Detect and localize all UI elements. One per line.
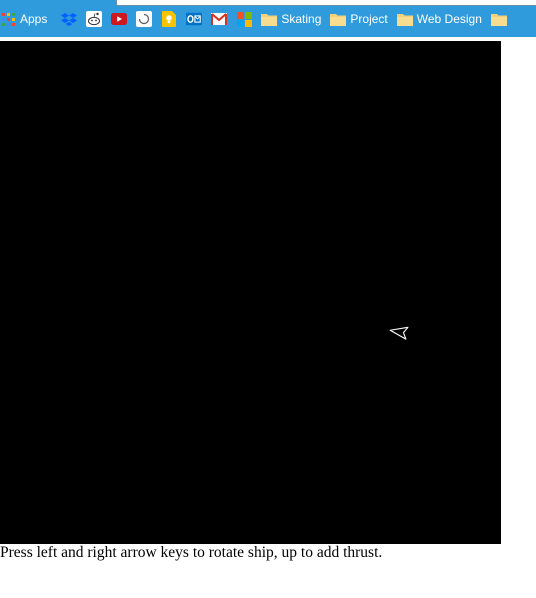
player-ship	[389, 326, 409, 340]
bookmark-microsoft[interactable]	[236, 8, 252, 30]
address-bar[interactable]	[116, 0, 536, 6]
bookmark-reddit[interactable]	[86, 8, 103, 30]
microsoft-icon	[236, 11, 252, 27]
browser-chrome: Apps Skating Project Web Design	[0, 0, 536, 37]
gmail-icon	[211, 11, 228, 27]
game-canvas[interactable]	[0, 41, 501, 544]
game-svg	[389, 326, 409, 340]
bookmark-folder-web-design[interactable]: Web Design	[396, 8, 482, 30]
circle-app-icon	[136, 11, 153, 27]
bookmark-folder-label: Project	[350, 12, 388, 26]
bookmarks-bar: Apps Skating Project Web Design	[0, 8, 520, 30]
apps-grid-icon	[0, 11, 16, 27]
outlook-icon	[186, 11, 203, 27]
bookmark-folder-label: Web Design	[416, 12, 482, 26]
reddit-icon	[86, 11, 103, 27]
bookmark-dropbox[interactable]	[61, 8, 78, 30]
youtube-icon	[111, 11, 128, 27]
bookmark-folder-project[interactable]: Project	[330, 8, 388, 30]
folder-icon	[396, 11, 413, 27]
bookmark-folder-skating[interactable]: Skating	[261, 8, 321, 30]
bookmark-keep[interactable]	[161, 8, 177, 30]
instructions-text: Press left and right arrow keys to rotat…	[0, 544, 383, 561]
bookmark-folder-label: Skating	[281, 12, 322, 26]
bookmark-folder-overflow[interactable]	[490, 8, 511, 30]
bookmark-youtube[interactable]	[111, 8, 128, 30]
bookmark-apps[interactable]: Apps	[0, 8, 47, 30]
bookmark-apps-label: Apps	[20, 12, 48, 26]
dropbox-icon	[61, 11, 78, 27]
bookmark-circle-app[interactable]	[136, 8, 153, 30]
bookmark-outlook[interactable]	[186, 8, 203, 30]
folder-icon	[261, 11, 278, 27]
folder-icon	[490, 11, 507, 27]
bookmark-gmail[interactable]	[211, 8, 228, 30]
folder-icon	[330, 11, 347, 27]
keep-bulb-icon	[161, 11, 177, 27]
